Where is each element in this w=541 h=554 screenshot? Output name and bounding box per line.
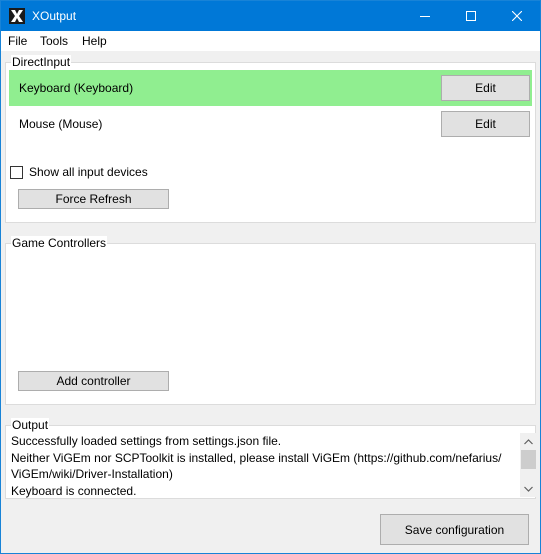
save-configuration-button[interactable]: Save configuration — [380, 514, 529, 545]
menu-bar: File Tools Help — [1, 31, 540, 51]
scroll-up-button[interactable] — [520, 433, 537, 450]
window-title: XOutput — [32, 9, 77, 23]
title-bar[interactable]: XOutput — [1, 1, 540, 31]
output-line: ViGEm/wiki/Driver-Installation) — [11, 467, 173, 481]
footer: Save configuration — [1, 499, 540, 553]
directinput-label: DirectInput — [11, 55, 72, 69]
minimize-button[interactable] — [402, 1, 448, 31]
edit-mouse-button[interactable]: Edit — [441, 111, 530, 137]
output-log[interactable]: Successfully loaded settings from settin… — [9, 433, 537, 499]
maximize-button[interactable] — [448, 1, 494, 31]
output-line: Successfully loaded settings from settin… — [11, 434, 282, 448]
output-line: Keyboard is connected. — [11, 483, 137, 498]
chevron-down-icon — [524, 486, 533, 492]
show-all-label: Show all input devices — [29, 165, 148, 179]
game-controllers-group: Game Controllers Add controller — [5, 236, 536, 405]
output-text: Successfully loaded settings from settin… — [11, 433, 517, 499]
output-line: Neither ViGEm nor SCPToolkit is installe… — [11, 450, 502, 465]
scroll-thumb[interactable] — [521, 450, 536, 469]
chevron-up-icon — [524, 438, 533, 444]
directinput-group: DirectInput Keyboard (Keyboard) Edit Mou… — [5, 55, 536, 223]
menu-file[interactable]: File — [8, 34, 27, 48]
edit-keyboard-button[interactable]: Edit — [441, 75, 530, 101]
show-all-checkbox[interactable] — [10, 165, 23, 179]
scroll-down-button[interactable] — [520, 480, 537, 497]
device-name: Mouse (Mouse) — [19, 117, 103, 131]
maximize-icon — [466, 11, 476, 21]
menu-tools[interactable]: Tools — [40, 34, 68, 48]
add-controller-button[interactable]: Add controller — [18, 371, 169, 391]
show-all-devices-option[interactable]: Show all input devices — [10, 165, 148, 179]
force-refresh-button[interactable]: Force Refresh — [18, 189, 169, 209]
xoutput-logo-icon — [9, 8, 25, 24]
xoutput-window: XOutput File Tools Help DirectInput Keyb… — [0, 0, 541, 554]
close-button[interactable] — [494, 1, 540, 31]
game-controllers-label: Game Controllers — [11, 236, 108, 250]
device-name: Keyboard (Keyboard) — [19, 81, 134, 95]
device-row-keyboard[interactable]: Keyboard (Keyboard) Edit — [9, 70, 532, 106]
minimize-icon — [420, 16, 430, 17]
close-icon — [512, 11, 522, 21]
device-row-mouse[interactable]: Mouse (Mouse) Edit — [9, 106, 532, 142]
output-label: Output — [11, 418, 50, 432]
divider — [1, 411, 540, 420]
output-scrollbar[interactable] — [520, 433, 537, 497]
output-group: Output Successfully loaded settings from… — [5, 418, 537, 499]
menu-help[interactable]: Help — [82, 34, 107, 48]
